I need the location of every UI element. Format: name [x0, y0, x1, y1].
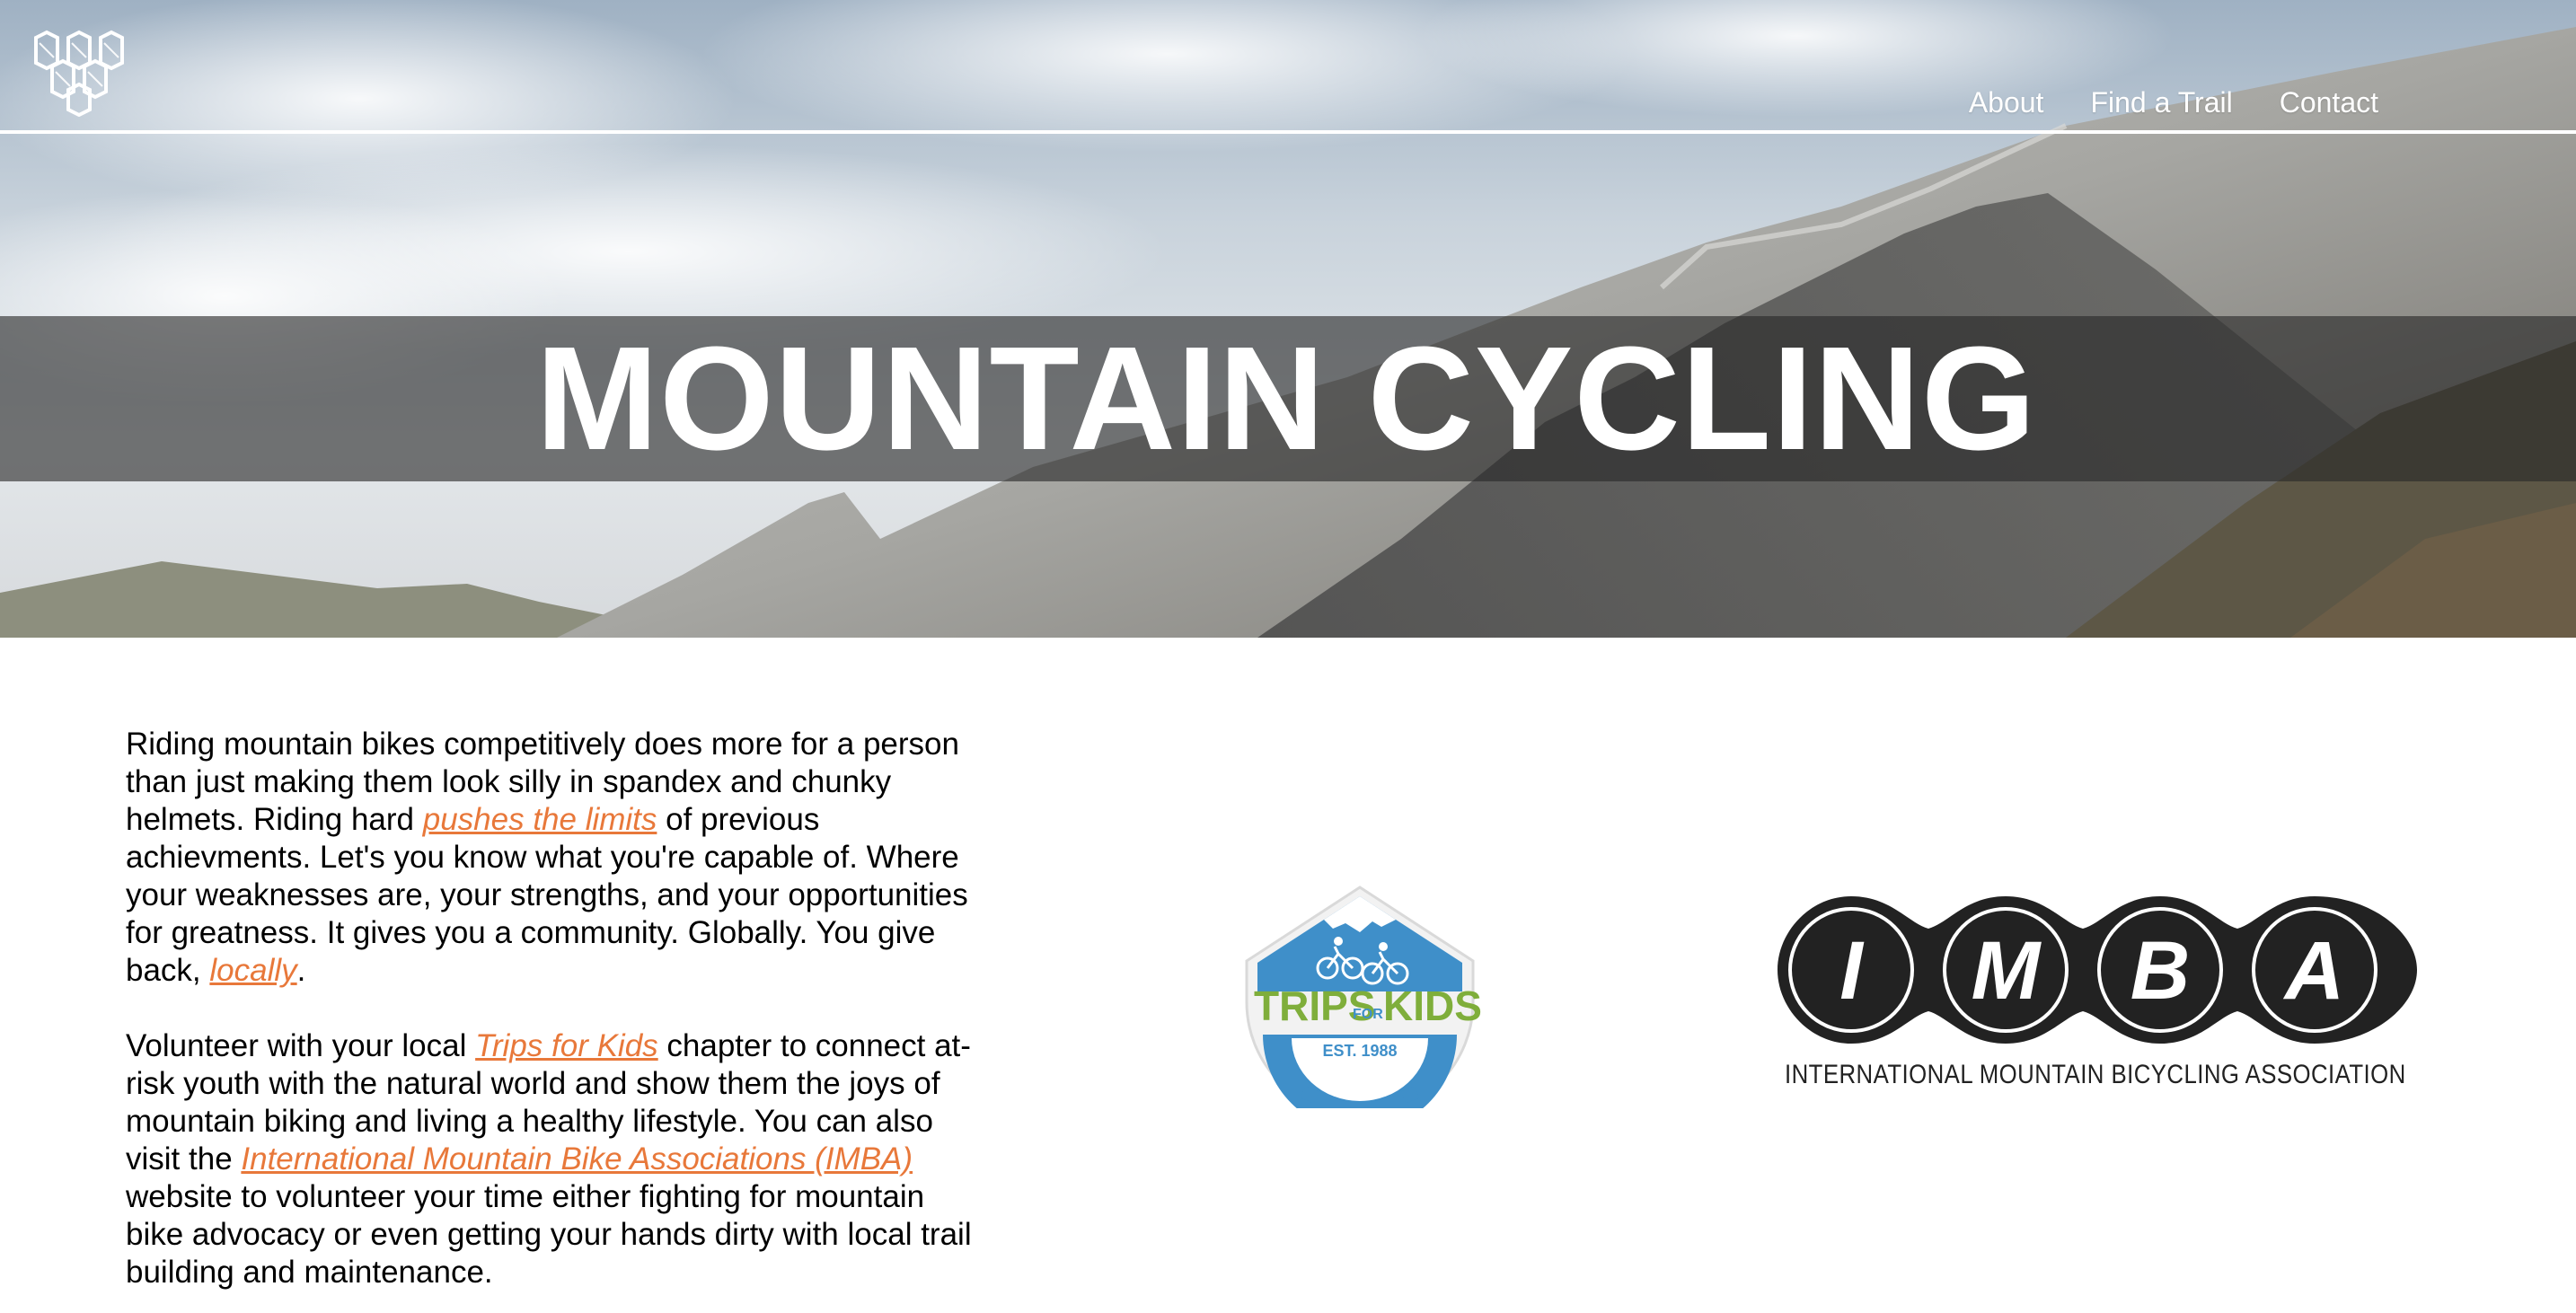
- page: About Find a Trail Contact MOUNTAIN CYCL…: [0, 0, 2576, 1313]
- tfk-text-est: EST. 1988: [1322, 1042, 1397, 1060]
- brand-logo[interactable]: [31, 27, 156, 117]
- link-locally[interactable]: locally: [209, 953, 296, 988]
- link-trips-for-kids[interactable]: Trips for Kids: [475, 1028, 658, 1063]
- imba-letter-b: B: [2130, 925, 2190, 1017]
- imba-logo[interactable]: I M B A: [1774, 893, 2421, 1047]
- paragraph-text: .: [296, 953, 306, 988]
- paragraph-text: website to volunteer your time either fi…: [126, 1179, 972, 1290]
- hero-banner: About Find a Trail Contact MOUNTAIN CYCL…: [0, 0, 2576, 638]
- nav-link-contact[interactable]: Contact: [2280, 86, 2378, 119]
- trips-for-kids-logo[interactable]: TRIPS FOR KIDS EST. 1988: [1238, 884, 1482, 1108]
- imba-caption: INTERNATIONAL MOUNTAIN BICYCLING ASSOCIA…: [1785, 1060, 2406, 1089]
- paragraph-volunteer: Volunteer with your local Trips for Kids…: [126, 1027, 979, 1291]
- intro-text: Riding mountain bikes competitively does…: [126, 726, 979, 1313]
- imba-letter-m: M: [1972, 925, 2042, 1017]
- imba-letter-a: A: [2283, 925, 2344, 1017]
- tfk-text-trips: TRIPS: [1254, 983, 1375, 1029]
- link-imba[interactable]: International Mountain Bike Associations…: [241, 1141, 913, 1176]
- paragraph-text: Volunteer with your local: [126, 1028, 476, 1063]
- paragraph-competitive: Riding mountain bikes competitively does…: [126, 726, 979, 990]
- nav-divider: [0, 130, 2576, 134]
- nav-link-about[interactable]: About: [1969, 86, 2044, 119]
- nav-link-find-a-trail[interactable]: Find a Trail: [2090, 86, 2232, 119]
- imba-letter-i: I: [1839, 925, 1865, 1017]
- link-pushes-the-limits[interactable]: pushes the limits: [423, 802, 657, 837]
- tfk-text-for: FOR: [1353, 1007, 1383, 1022]
- page-title-text: MOUNTAIN CYCLING: [535, 316, 2037, 480]
- page-title: MOUNTAIN CYCLING: [0, 316, 2576, 481]
- main-nav: About Find a Trail Contact: [1969, 86, 2378, 119]
- tfk-text-kids: KIDS: [1383, 983, 1482, 1029]
